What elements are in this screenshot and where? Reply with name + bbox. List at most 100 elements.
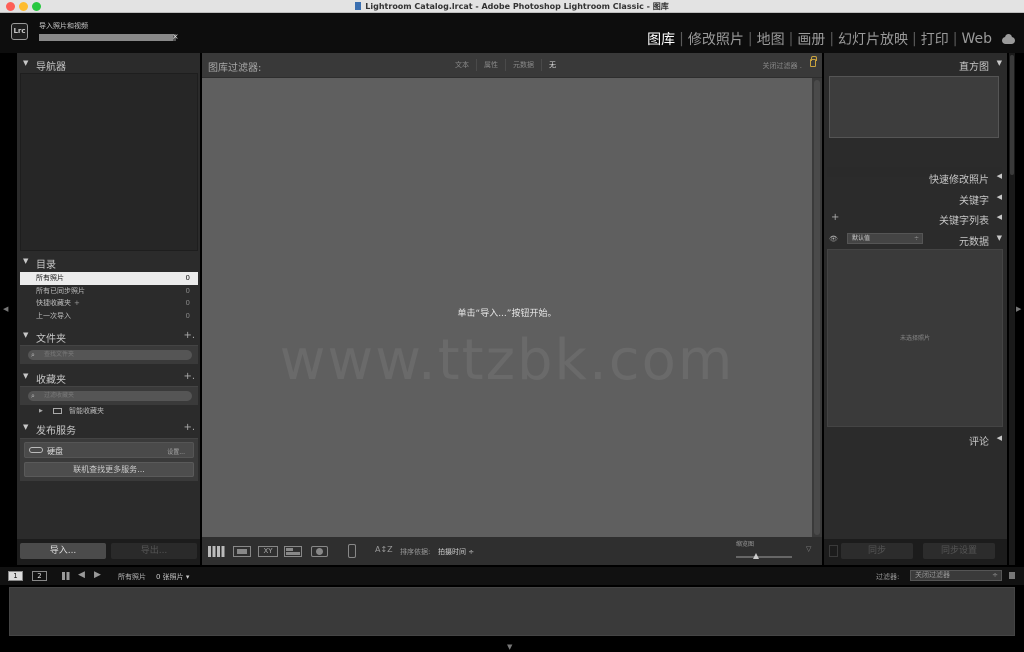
thumbnail-size-slider[interactable] (736, 553, 792, 559)
filmstrip-source[interactable]: 所有照片 (118, 572, 146, 582)
filmstrip[interactable] (9, 587, 1015, 636)
window-titlebar: Lightroom Catalog.lrcat - Adobe Photosho… (0, 0, 1024, 13)
back-arrow-icon[interactable]: ◀ (78, 570, 85, 580)
add-publish-service-button[interactable]: +. (183, 422, 195, 433)
left-panel-toggle-icon[interactable]: ◀ (3, 305, 8, 313)
document-icon (355, 2, 362, 10)
add-folder-button[interactable]: +. (183, 330, 195, 341)
left-panel-footer: 导入... 导出... (17, 539, 200, 565)
keyword-list-title: 关键字列表 (939, 216, 989, 227)
library-filter-title: 图库过滤器: (208, 63, 262, 74)
add-keyword-button[interactable]: + (831, 212, 839, 223)
sync-button[interactable]: 同步 (841, 543, 913, 559)
disclosure-triangle-icon[interactable]: ▶ (39, 405, 43, 417)
export-button[interactable]: 导出... (111, 543, 197, 559)
right-panel-scrollbar[interactable] (1009, 53, 1015, 565)
catalog-item[interactable]: 所有照片 0 (20, 272, 198, 285)
expand-triangle-icon: ▼ (23, 331, 29, 339)
comments-header[interactable]: 评论 ◀ (824, 430, 1007, 448)
eye-icon[interactable]: 👁 (829, 235, 838, 243)
catalog-item[interactable]: 所有已同步照片 0 (20, 285, 198, 298)
catalog-item[interactable]: 快捷收藏夹 +0 (20, 297, 198, 310)
catalog-header[interactable]: ▼ 目录 (17, 253, 200, 271)
module-1[interactable]: 修改照片 (685, 29, 747, 49)
import-button[interactable]: 导入... (20, 543, 106, 559)
catalog-list: 所有照片 0 所有已同步照片 0 快捷收藏夹 +0 上一次导入 0 (20, 272, 198, 322)
search-icon: ⌕ (31, 392, 35, 400)
filter-tab[interactable]: 属性 (477, 59, 506, 71)
filmstrip-toggle-icon[interactable]: ▼ (507, 643, 512, 651)
filmstrip-filter-label: 过滤器: (876, 573, 900, 581)
navigator-header[interactable]: ▼ 导航器 (17, 55, 200, 73)
module-0[interactable]: 图库 (644, 29, 678, 49)
right-panel-toggle-icon[interactable]: ▶ (1016, 305, 1021, 313)
painter-spray-can-icon[interactable] (348, 544, 356, 558)
module-5[interactable]: 打印 (918, 29, 952, 49)
forward-arrow-icon[interactable]: ▶ (94, 570, 101, 580)
filter-tab[interactable]: 元数据 (506, 59, 542, 71)
sort-select[interactable]: 拍摄时间 ÷ (438, 547, 474, 557)
metadata-preset-select[interactable]: 默认值 ÷ (847, 233, 923, 244)
comments-title: 评论 (969, 437, 989, 448)
publish-services-title: 发布服务 (36, 426, 76, 437)
sync-settings-button[interactable]: 同步设置 (923, 543, 995, 559)
keyword-list-header[interactable]: + 关键字列表 ◀ (824, 209, 1007, 227)
collections-search-input[interactable]: ⌕ 过滤收藏夹 (28, 391, 192, 401)
publish-services-header[interactable]: ▼ 发布服务 +. (17, 419, 200, 437)
module-separator: | (952, 31, 958, 47)
compare-view-icon[interactable]: XY (258, 546, 278, 557)
folders-header[interactable]: ▼ 文件夹 +. (17, 327, 200, 345)
thumbnail-grid[interactable]: 单击“导入...”按钮开始。 www.ttzbk.com (202, 78, 812, 537)
lock-icon[interactable] (810, 56, 817, 67)
find-more-services-button[interactable]: 联机查找更多服务... (24, 462, 194, 477)
quick-develop-header[interactable]: 快速修改照片 ◀ (824, 168, 1007, 186)
cancel-import-icon[interactable]: × (172, 32, 179, 41)
import-progress-fill (39, 34, 174, 41)
primary-display-button[interactable]: 1 (8, 571, 23, 581)
module-3[interactable]: 画册 (794, 29, 828, 49)
metadata-panel: 未选择照片 (827, 249, 1003, 427)
thumbnail-size-knob[interactable] (752, 553, 759, 559)
grid-view: 图库过滤器: 文本 属性 元数据无 关闭过滤器 . 单击“导入...”按钮开始。 w… (202, 53, 822, 565)
filter-preset-select[interactable]: 关闭过滤器 . (763, 61, 802, 71)
filmstrip-filter-select[interactable]: 关闭过滤器 ÷ (910, 570, 1002, 581)
grid-icon[interactable] (62, 572, 70, 580)
metadata-preset-value: 默认值 (852, 235, 871, 242)
collection-set-icon (53, 408, 62, 414)
histogram-header[interactable]: 直方图 ▼ (824, 55, 1007, 73)
filter-tab[interactable]: 文本 (448, 59, 477, 71)
filter-lock-icon[interactable] (1009, 572, 1015, 579)
hard-drive-service[interactable]: 硬盘 设置... (24, 442, 194, 458)
navigator-preview[interactable] (20, 73, 198, 251)
toolbar-menu-chevron-icon[interactable]: ▽ (806, 545, 811, 553)
module-4[interactable]: 幻灯片放映 (835, 29, 911, 49)
keywording-header[interactable]: 关键字 ◀ (824, 189, 1007, 207)
module-separator: | (788, 31, 794, 47)
module-6[interactable]: Web (958, 31, 995, 47)
catalog-item[interactable]: 上一次导入 0 (20, 310, 198, 323)
collapse-triangle-icon: ◀ (996, 213, 1002, 221)
auto-sync-switch[interactable] (829, 545, 838, 557)
cloud-sync-icon[interactable] (1001, 34, 1016, 44)
loupe-view-icon[interactable] (233, 546, 251, 557)
module-2[interactable]: 地图 (754, 29, 788, 49)
grid-scrollbar-thumb[interactable] (814, 80, 820, 535)
collapse-triangle-icon: ◀ (996, 172, 1002, 180)
expand-triangle-icon: ▼ (23, 59, 29, 67)
right-panel-scrollbar-thumb[interactable] (1010, 55, 1014, 175)
histogram-display (829, 76, 999, 138)
folders-search-input[interactable]: ⌕ 查找文件夹 (28, 350, 192, 360)
smart-collections-item[interactable]: ▶ 智能收藏夹 (20, 405, 198, 417)
people-view-icon[interactable] (311, 546, 328, 557)
grid-scrollbar[interactable] (812, 78, 822, 537)
collapse-triangle-icon: ◀ (996, 193, 1002, 201)
survey-view-icon[interactable] (284, 546, 302, 557)
filter-tab[interactable]: 无 (542, 59, 563, 71)
filmstrip-photo-count[interactable]: 0 张照片 ▾ (156, 572, 189, 582)
secondary-display-button[interactable]: 2 (32, 571, 47, 581)
grid-view-icon[interactable] (208, 546, 225, 557)
sort-direction-icon[interactable]: A↕Z (375, 545, 395, 556)
hard-drive-setup-button[interactable]: 设置... (167, 447, 185, 456)
add-collection-button[interactable]: +. (183, 371, 195, 382)
collections-header[interactable]: ▼ 收藏夹 +. (17, 368, 200, 386)
